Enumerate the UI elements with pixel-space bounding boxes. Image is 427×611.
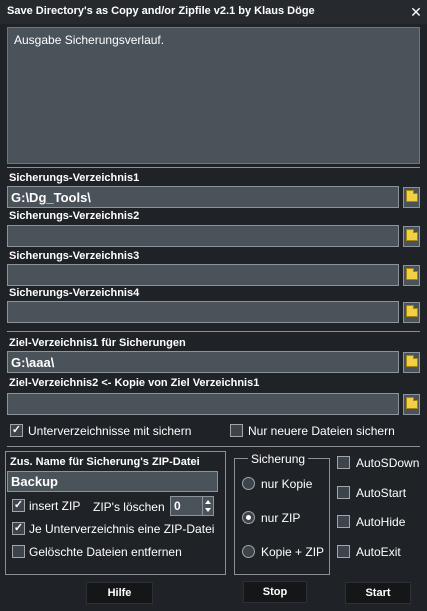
- close-icon[interactable]: ✕: [408, 3, 424, 21]
- source-dir-2-label: Sicherungs-Verzeichnis2: [9, 210, 140, 222]
- deleted-files-checkbox[interactable]: [12, 545, 25, 558]
- insert-zip-label: insert ZIP: [29, 499, 81, 513]
- backup-mode-title: Sicherung: [248, 452, 309, 466]
- stop-button[interactable]: Stop: [243, 581, 307, 603]
- auto-hide-label: AutoHide: [356, 515, 406, 529]
- subdirs-checkbox[interactable]: ✓: [10, 424, 23, 437]
- newer-only-checkbox[interactable]: [230, 424, 243, 437]
- auto-exit-checkbox[interactable]: [337, 545, 350, 558]
- target-dir-2-browse-button[interactable]: [403, 394, 420, 415]
- folder-icon: [406, 397, 418, 409]
- auto-hide-checkbox[interactable]: [337, 515, 350, 528]
- stepper-up-icon[interactable]: [205, 500, 211, 504]
- target-dir-1-browse-button[interactable]: [403, 352, 420, 373]
- log-output[interactable]: Ausgabe Sicherungsverlauf.: [7, 27, 420, 164]
- stepper-down-icon[interactable]: [205, 508, 211, 512]
- source-dir-4-label: Sicherungs-Verzeichnis4: [9, 287, 140, 299]
- source-dir-3-label: Sicherungs-Verzeichnis3: [9, 250, 140, 262]
- zip-delete-label: ZIP's löschen: [93, 500, 165, 514]
- source-dir-2-input[interactable]: [7, 225, 399, 247]
- radio-copy-and-zip-label: Kopie + ZIP: [261, 545, 325, 559]
- insert-zip-checkbox[interactable]: ✓: [12, 499, 25, 512]
- divider: [7, 167, 420, 168]
- zip-name-input[interactable]: Backup: [7, 471, 218, 492]
- source-dir-2-browse-button[interactable]: [403, 226, 420, 247]
- folder-icon: [406, 305, 418, 317]
- source-dir-4-browse-button[interactable]: [403, 302, 420, 323]
- folder-icon: [406, 268, 418, 280]
- target-dir-1-input[interactable]: G:\aaa\: [7, 351, 399, 373]
- source-dir-3-browse-button[interactable]: [403, 265, 420, 286]
- auto-start-checkbox[interactable]: [337, 486, 350, 499]
- radio-zip-only-label: nur ZIP: [261, 511, 301, 525]
- newer-only-label: Nur neuere Dateien sichern: [248, 424, 395, 438]
- auto-exit-label: AutoExit: [356, 545, 401, 559]
- per-subdir-zip-checkbox[interactable]: ✓: [12, 522, 25, 535]
- zip-delete-value: 0: [174, 499, 181, 513]
- divider: [7, 331, 420, 332]
- folder-icon: [406, 190, 418, 202]
- per-subdir-zip-label: Je Unterverzeichnis eine ZIP-Datei: [29, 522, 215, 536]
- source-dir-3-input[interactable]: [7, 264, 399, 286]
- help-button[interactable]: Hilfe: [86, 582, 153, 604]
- target-dir-2-label: Ziel-Verzeichnis2 <- Kopie von Ziel Verz…: [9, 377, 260, 389]
- deleted-files-label: Gelöschte Dateien entfernen: [29, 545, 182, 559]
- target-dir-1-label: Ziel-Verzeichnis1 für Sicherungen: [9, 337, 186, 349]
- radio-copy-only[interactable]: [242, 477, 255, 490]
- auto-shutdown-label: AutoSDown: [356, 456, 420, 470]
- log-text: Ausgabe Sicherungsverlauf.: [14, 33, 165, 47]
- radio-copy-only-label: nur Kopie: [261, 477, 313, 491]
- subdirs-label: Unterverzeichnisse mit sichern: [28, 424, 192, 438]
- source-dir-1-value: G:\Dg_Tools\: [11, 190, 91, 205]
- auto-shutdown-checkbox[interactable]: [337, 456, 350, 469]
- zip-name-label: Zus. Name für Sicherung's ZIP-Datei: [10, 456, 200, 468]
- radio-copy-and-zip[interactable]: [242, 545, 255, 558]
- source-dir-1-input[interactable]: G:\Dg_Tools\: [7, 186, 399, 208]
- radio-zip-only[interactable]: [242, 511, 255, 524]
- divider: [7, 446, 420, 447]
- zip-delete-stepper[interactable]: 0: [170, 496, 214, 516]
- target-dir-1-value: G:\aaa\: [11, 355, 55, 370]
- stepper-buttons[interactable]: [202, 497, 213, 515]
- target-dir-2-input[interactable]: [7, 393, 399, 415]
- auto-start-label: AutoStart: [356, 486, 407, 500]
- source-dir-1-browse-button[interactable]: [403, 187, 420, 208]
- window-title: Save Directory's as Copy and/or Zipfile …: [7, 5, 315, 17]
- folder-icon: [406, 355, 418, 367]
- source-dir-4-input[interactable]: [7, 301, 399, 323]
- folder-icon: [406, 229, 418, 241]
- zip-name-value: Backup: [11, 474, 58, 489]
- start-button[interactable]: Start: [345, 582, 411, 604]
- source-dir-1-label: Sicherungs-Verzeichnis1: [9, 172, 140, 184]
